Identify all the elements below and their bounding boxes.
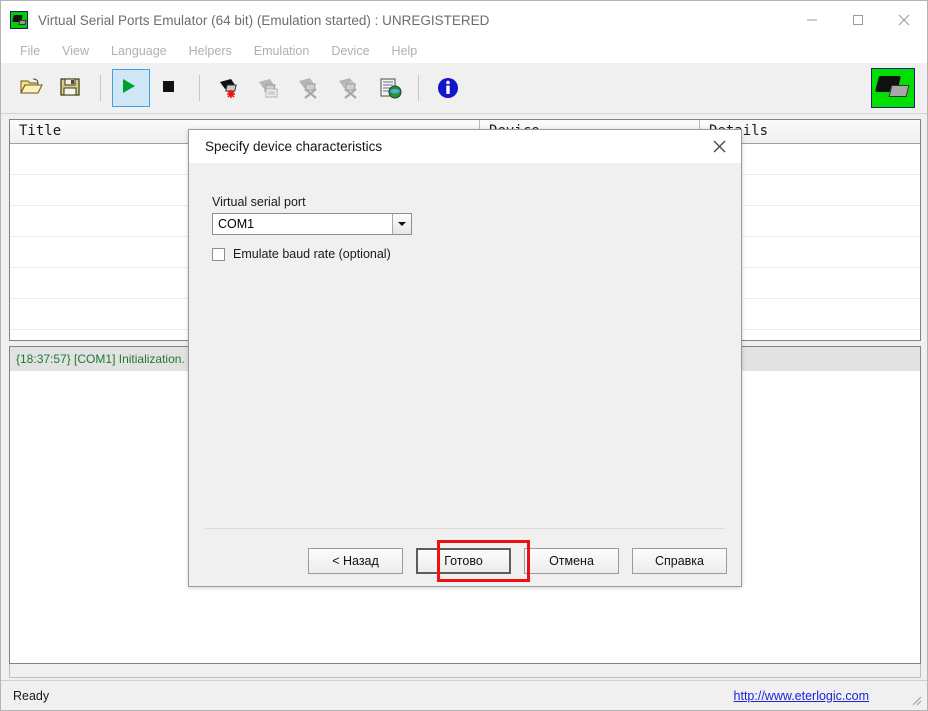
title-bar: Virtual Serial Ports Emulator (64 bit) (… [1,1,927,39]
edit-device-icon [257,76,283,100]
delete-device-icon [297,76,323,100]
menu-item-device[interactable]: Device [320,42,380,60]
log-entry-text: {18:37:57} [COM1] Initialization. [16,352,185,366]
toolbar [1,63,927,114]
help-button[interactable]: Справка [632,548,727,574]
window-controls [789,1,927,39]
menu-item-help[interactable]: Help [381,42,429,60]
virtual-serial-port-select[interactable]: COM1 [212,213,412,235]
serial-port-icon [10,11,28,29]
website-link[interactable]: http://www.eterlogic.com [734,689,869,703]
virtual-serial-port-value: COM1 [218,217,255,231]
maximize-button[interactable] [835,1,881,39]
emulate-baud-rate-label: Emulate baud rate (optional) [233,247,391,261]
window-title: Virtual Serial Ports Emulator (64 bit) (… [38,12,490,28]
cancel-button[interactable]: Отмена [524,548,619,574]
dialog-body: Virtual serial port COM1 Emulate baud ra… [189,163,741,586]
status-bar: Ready http://www.eterlogic.com [1,680,927,710]
report-icon [377,76,403,100]
menu-item-emulation[interactable]: Emulation [243,42,321,60]
open-button[interactable] [13,69,51,107]
log-horizontal-scrollbar[interactable] [9,664,921,678]
save-icon [59,76,85,100]
delete-all-devices-icon [337,76,363,100]
resize-grip[interactable] [909,693,923,707]
add-device-icon [217,76,243,100]
dialog-title: Specify device characteristics [205,139,383,154]
dialog-separator [205,528,725,529]
emulate-baud-rate-row[interactable]: Emulate baud rate (optional) [212,247,391,261]
application-window: Virtual Serial Ports Emulator (64 bit) (… [0,0,928,711]
menu-item-file[interactable]: File [9,42,51,60]
minimize-button[interactable] [789,1,835,39]
dialog-close-button[interactable] [697,130,741,163]
toolbar-separator [199,75,200,101]
close-button[interactable] [881,1,927,39]
menu-bar: File View Language Helpers Emulation Dev… [1,39,927,63]
add-device-button[interactable] [211,69,249,107]
emulate-baud-rate-checkbox[interactable] [212,247,225,261]
info-button[interactable] [430,69,468,107]
delete-all-devices-button[interactable] [331,69,369,107]
stop-emulation-icon [158,76,184,100]
back-button[interactable]: < Назад [308,548,403,574]
virtual-serial-port-label: Virtual serial port [212,195,306,209]
info-icon [436,76,462,100]
report-button[interactable] [371,69,409,107]
specify-device-characteristics-dialog: Specify device characteristics Virtual s… [188,129,742,587]
status-message: Ready [13,688,50,703]
start-emulation-icon [118,76,144,100]
menu-item-view[interactable]: View [51,42,100,60]
edit-device-button[interactable] [251,69,289,107]
finish-button[interactable]: Готово [416,548,511,574]
open-icon [19,76,45,100]
toolbar-separator [100,75,101,101]
delete-device-button[interactable] [291,69,329,107]
serial-port-indicator-icon [871,68,915,108]
dialog-button-row: < Назад Готово Отмена Справка [308,548,727,574]
chevron-down-icon[interactable] [392,214,411,234]
toolbar-separator [418,75,419,101]
save-button[interactable] [53,69,91,107]
stop-emulation-button[interactable] [152,69,190,107]
start-emulation-button[interactable] [112,69,150,107]
menu-item-helpers[interactable]: Helpers [178,42,243,60]
menu-item-language[interactable]: Language [100,42,178,60]
dialog-title-bar: Specify device characteristics [189,130,741,163]
